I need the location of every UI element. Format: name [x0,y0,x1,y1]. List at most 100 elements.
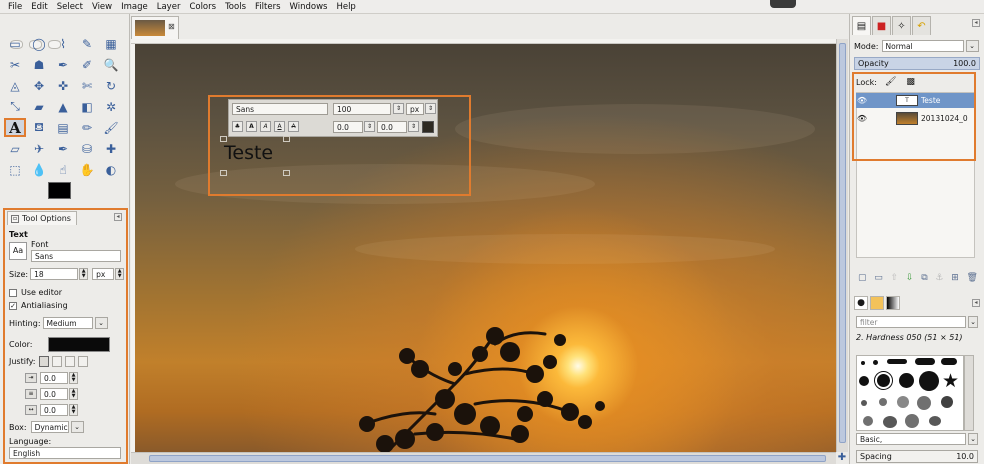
merge-layer-icon[interactable]: ⊞ [951,273,959,283]
scissors-icon[interactable]: ✂ [4,55,26,74]
fuzzy-select-icon[interactable]: ✎ [76,34,98,53]
window-restore-tab[interactable] [770,0,796,8]
tool-options-tab[interactable]: ▫ Tool Options [7,211,77,225]
desaturate-icon[interactable]: ◐ [100,160,122,179]
close-icon[interactable]: ◂ [972,299,980,307]
align-icon[interactable]: ✜ [52,76,74,95]
rotate-icon[interactable]: ↻ [100,76,122,95]
text-frame-handle[interactable] [283,170,290,176]
paths-icon[interactable]: ✒ [52,55,74,74]
brushes-tab-icon[interactable]: ● [854,296,868,310]
menu-edit[interactable]: Edit [31,2,47,12]
foreground-select-icon[interactable]: ☗ [28,55,50,74]
brush-grid[interactable]: ★ [856,355,964,431]
rect-select-icon[interactable]: ▭ [4,34,26,53]
menu-layer[interactable]: Layer [157,2,181,12]
ellipse-select-icon[interactable]: ◯ [28,34,50,53]
justify-center-button[interactable] [65,356,76,367]
brush-scrollbar[interactable] [964,355,974,431]
perspective-clone-icon[interactable]: ⬚ [4,160,26,179]
menu-filters[interactable]: Filters [255,2,280,12]
language-input[interactable]: English [9,447,121,459]
font-input[interactable]: Sans [31,250,121,262]
kerning-input[interactable]: 0.0 [377,121,407,133]
duplicate-layer-icon[interactable]: ⧉ [921,273,927,283]
font-preview-icon[interactable]: Aa [9,242,27,260]
horizontal-scrollbar[interactable] [131,452,836,464]
eraser-icon[interactable]: ▱ [4,139,26,158]
close-icon[interactable]: ◂ [114,213,122,221]
italic-button[interactable]: A [260,121,271,132]
anchor-layer-icon[interactable]: ⚓ [935,273,943,283]
hinting-select[interactable]: Medium [42,317,93,329]
close-icon[interactable]: ◂ [972,19,980,27]
antialiasing-checkbox[interactable]: ✓ [9,301,17,310]
undo-tab-icon[interactable]: ↶ [912,16,931,35]
blend-icon[interactable]: ▤ [52,118,74,137]
menu-view[interactable]: View [92,2,112,12]
dodge-burn-icon[interactable]: ✋ [76,160,98,179]
gradients-tab-icon[interactable] [886,296,900,310]
smudge-icon[interactable]: ☝ [52,160,74,179]
vertical-scrollbar[interactable] [836,39,848,452]
paths-tab-icon[interactable]: ✧ [892,16,911,35]
letter-spacing-input[interactable]: 0.0 [40,404,68,416]
ink-icon[interactable]: ✒ [52,139,74,158]
kerning-spinner[interactable]: ⇕ [408,121,419,132]
size-input[interactable]: 18 [30,268,79,280]
flip-icon[interactable]: ◧ [76,97,98,116]
justify-right-button[interactable] [52,356,63,367]
menu-colors[interactable]: Colors [189,2,216,12]
line-spacing-spinner[interactable]: ▲ ▼ [69,388,78,400]
strikethrough-button[interactable]: A [288,121,299,132]
canvas-font-input[interactable]: Sans [232,103,328,115]
justify-left-button[interactable] [39,356,50,367]
bucket-fill-icon[interactable]: ⛾ [28,118,50,137]
justify-fill-button[interactable] [78,356,89,367]
menu-help[interactable]: Help [336,2,355,12]
lower-layer-icon[interactable]: ⇩ [906,273,914,283]
use-editor-checkbox[interactable] [9,288,17,297]
new-group-icon[interactable]: ▭ [874,273,883,283]
size-spinner[interactable]: ▲ ▼ [79,268,89,280]
scale-icon[interactable]: ⤡ [4,97,26,116]
baseline-input[interactable]: 0.0 [333,121,363,133]
color-select-icon[interactable]: ▦ [100,34,122,53]
chevron-down-icon[interactable]: ⌄ [968,316,978,328]
pencil-icon[interactable]: ✏ [76,118,98,137]
canvas-unit-spinner[interactable]: ⇕ [425,103,436,114]
paintbrush-icon[interactable]: 🖌 [100,118,122,137]
chevron-down-icon[interactable]: ⌄ [965,40,979,52]
canvas-size-input[interactable]: 100 [333,103,391,115]
spacing-slider[interactable]: Spacing 10.0 [856,450,978,463]
delete-layer-icon[interactable]: 🗑 [967,273,978,283]
mode-select[interactable]: Normal [881,40,964,52]
layers-tab-icon[interactable]: ▤ [852,16,871,35]
measure-icon[interactable]: ◬ [4,76,26,95]
color-picker-icon[interactable]: ✐ [76,55,98,74]
bold-button[interactable]: A [246,121,257,132]
canvas-unit-select[interactable]: px [406,103,424,115]
move-icon[interactable]: ✥ [28,76,50,95]
canvas-text-color-button[interactable] [422,121,434,133]
chevron-down-icon[interactable]: ⌄ [968,433,978,445]
text-frame-handle[interactable] [220,170,227,176]
clone-icon[interactable]: ⛁ [76,139,98,158]
indent-input[interactable]: 0.0 [40,372,68,384]
menu-windows[interactable]: Windows [290,2,328,12]
brush-filter-input[interactable]: filter [856,316,966,328]
horizontal-scrollbar-thumb[interactable] [149,455,826,462]
menu-select[interactable]: Select [57,2,83,12]
text-color-button[interactable] [48,337,111,352]
raise-layer-icon[interactable]: ⇧ [891,273,899,283]
brush-preset-select[interactable]: Basic, [856,433,966,445]
clear-style-icon[interactable]: ♣ [232,121,243,132]
letter-spacing-spinner[interactable]: ▲ ▼ [69,404,78,416]
opacity-slider[interactable]: Opacity 100.0 [854,57,980,70]
line-spacing-input[interactable]: 0.0 [40,388,68,400]
text-frame-handle[interactable] [283,136,290,142]
baseline-spinner[interactable]: ⇕ [364,121,375,132]
blur-icon[interactable]: 💧 [28,160,50,179]
zoom-icon[interactable]: 🔍 [100,55,122,74]
box-select[interactable]: Dynamic [30,421,69,433]
